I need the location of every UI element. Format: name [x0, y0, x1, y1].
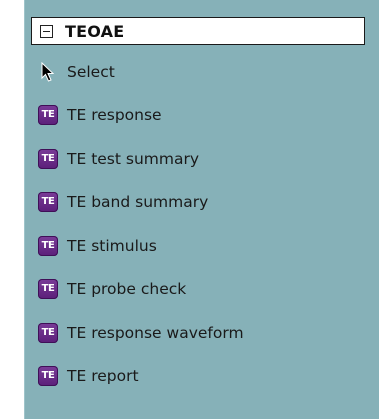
te-icon: TE	[38, 235, 58, 256]
tool-item-te-probe-check[interactable]: TE TE probe check	[37, 268, 367, 312]
tool-item-te-report[interactable]: TE TE report	[37, 355, 367, 399]
tool-item-te-stimulus[interactable]: TE TE stimulus	[37, 224, 367, 268]
te-icon: TE	[38, 192, 58, 213]
te-icon: TE	[38, 105, 58, 126]
tool-item-label: Select	[67, 62, 115, 81]
tool-item-te-band-summary[interactable]: TE TE band summary	[37, 181, 367, 225]
arrow-cursor-icon	[37, 61, 59, 83]
tool-item-label: TE response waveform	[67, 323, 244, 342]
tool-item-select[interactable]: Select	[37, 50, 367, 94]
tool-item-te-test-summary[interactable]: TE TE test summary	[37, 137, 367, 181]
tool-item-label: TE report	[67, 367, 139, 386]
tool-item-te-response-waveform[interactable]: TE TE response waveform	[37, 311, 367, 355]
collapse-icon[interactable]	[40, 24, 53, 38]
tool-item-label: TE test summary	[67, 149, 200, 168]
tool-item-label: TE response	[67, 106, 162, 125]
te-icon: TE	[38, 366, 58, 387]
te-icon: TE	[38, 279, 58, 300]
tool-list: Select TE TE response TE TE test summary…	[37, 50, 367, 398]
tool-item-label: TE probe check	[67, 280, 187, 299]
tool-item-te-response[interactable]: TE TE response	[37, 94, 367, 138]
te-icon: TE	[38, 148, 58, 169]
group-title: TEOAE	[65, 21, 125, 41]
tool-item-label: TE stimulus	[67, 236, 157, 255]
tool-item-label: TE band summary	[67, 193, 209, 212]
toolbox-panel: TEOAE Select TE TE response TE TE test s…	[24, 0, 379, 419]
te-icon: TE	[38, 322, 58, 343]
teoae-group-header[interactable]: TEOAE	[31, 17, 365, 45]
